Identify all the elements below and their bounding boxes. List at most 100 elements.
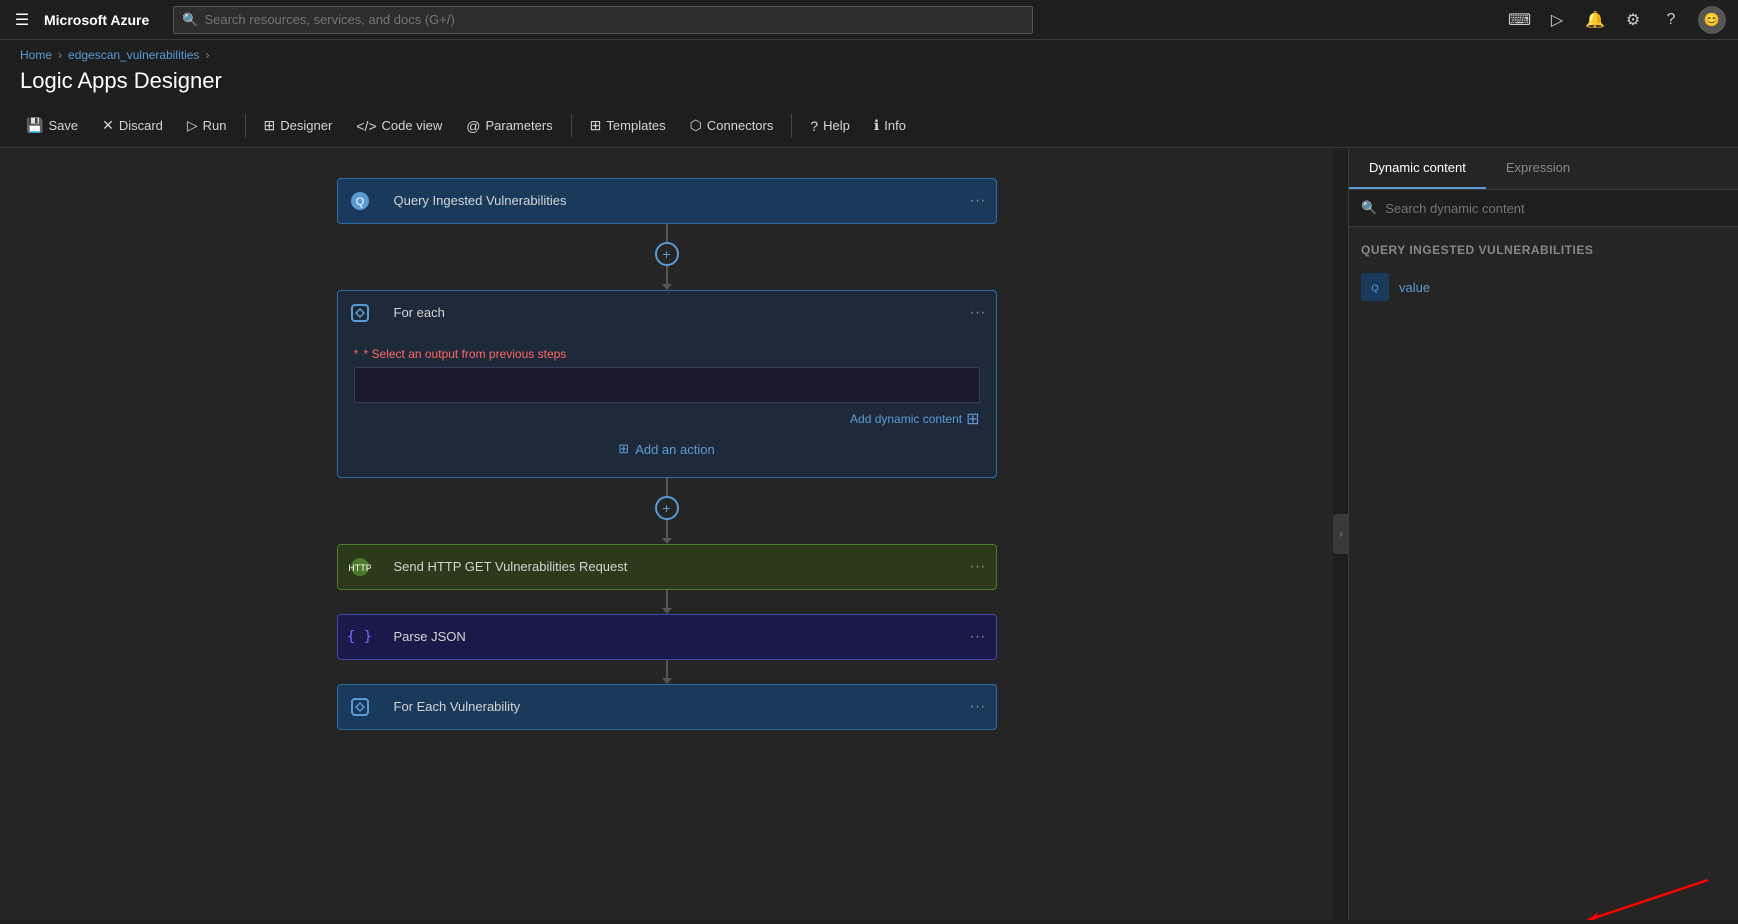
- node-parse-json[interactable]: { } Parse JSON ···: [337, 614, 997, 660]
- foreach-node-menu[interactable]: ···: [960, 291, 996, 335]
- http-node-icon: HTTP: [338, 545, 382, 589]
- save-icon: 💾: [26, 117, 43, 134]
- right-panel: Dynamic content Expression 🔍 Query Inges…: [1348, 148, 1738, 920]
- panel-search-icon: 🔍: [1361, 200, 1377, 216]
- run-button[interactable]: ▷ Run: [177, 111, 237, 140]
- canvas: Q Query Ingested Vulnerabilities ··· + F…: [0, 148, 1333, 920]
- dynamic-content-search-input[interactable]: [1385, 201, 1726, 216]
- code-view-icon: </>: [356, 118, 376, 134]
- page-title: Logic Apps Designer: [0, 64, 1738, 104]
- connector-line-4: [666, 660, 668, 678]
- topbar-icons: ⌨ ▷ 🔔 ⚙ ? 😊: [1508, 6, 1726, 34]
- connector-line-2b: [666, 520, 668, 538]
- add-step-2[interactable]: +: [655, 496, 679, 520]
- foreach-field-label: * * Select an output from previous steps: [354, 347, 980, 361]
- main-content: Q Query Ingested Vulnerabilities ··· + F…: [0, 148, 1738, 920]
- tab-expression[interactable]: Expression: [1486, 148, 1590, 189]
- app-name: Microsoft Azure: [44, 12, 149, 28]
- foreach-node-icon: [338, 291, 382, 335]
- discard-button[interactable]: ✕ Discard: [92, 111, 173, 140]
- toolbar-sep3: [791, 114, 792, 138]
- add-step-1[interactable]: +: [655, 242, 679, 266]
- templates-button[interactable]: ⊞ Templates: [580, 111, 676, 140]
- topbar: ☰ Microsoft Azure 🔍 ⌨ ▷ 🔔 ⚙ ? 😊: [0, 0, 1738, 40]
- parse-node-label: Parse JSON: [382, 615, 960, 659]
- toolbar-sep1: [245, 114, 246, 138]
- tab-dynamic-content[interactable]: Dynamic content: [1349, 148, 1486, 189]
- value-item-label: value: [1399, 280, 1430, 295]
- help-icon: ?: [810, 118, 818, 134]
- connector-line-1: [666, 224, 668, 242]
- node-foreach-expanded: For each ··· * * Select an output from p…: [337, 290, 997, 478]
- query-node-label: Query Ingested Vulnerabilities: [382, 179, 960, 223]
- add-dynamic-content-btn[interactable]: Add dynamic content ⊞: [354, 409, 980, 429]
- parse-node-menu[interactable]: ···: [960, 615, 996, 659]
- info-button[interactable]: ℹ Info: [864, 111, 916, 140]
- collapse-panel-btn[interactable]: ›: [1333, 514, 1349, 554]
- code-view-button[interactable]: </> Code view: [346, 112, 452, 140]
- run-icon: ▷: [187, 117, 198, 134]
- value-item-icon: Q: [1361, 273, 1389, 301]
- breadcrumb: Home › edgescan_vulnerabilities ›: [0, 40, 1738, 64]
- http-node-menu[interactable]: ···: [960, 545, 996, 589]
- foreach-select-output-input[interactable]: [354, 367, 980, 403]
- node-query-ingested[interactable]: Q Query Ingested Vulnerabilities ···: [337, 178, 997, 224]
- connector-4: [662, 660, 672, 684]
- designer-button[interactable]: ⊞ Designer: [254, 111, 343, 140]
- flow-container: Q Query Ingested Vulnerabilities ··· + F…: [337, 178, 997, 730]
- parameters-icon: @: [466, 118, 480, 134]
- global-search[interactable]: 🔍: [173, 6, 1033, 34]
- hamburger-menu[interactable]: ☰: [12, 10, 32, 30]
- connector-2: +: [655, 478, 679, 544]
- connector-line-3: [666, 590, 668, 608]
- http-node-label: Send HTTP GET Vulnerabilities Request: [382, 545, 960, 589]
- search-input[interactable]: [204, 12, 1024, 27]
- foreach2-node-menu[interactable]: ···: [960, 685, 996, 729]
- parse-node-icon: { }: [338, 615, 382, 659]
- panel-item-value[interactable]: Q value: [1349, 265, 1738, 309]
- parameters-button[interactable]: @ Parameters: [456, 112, 562, 140]
- user-avatar[interactable]: 😊: [1698, 6, 1726, 34]
- toolbar: 💾 Save ✕ Discard ▷ Run ⊞ Designer </> Co…: [0, 104, 1738, 148]
- panel-body: Query Ingested Vulnerabilities Q value: [1349, 227, 1738, 920]
- breadcrumb-sep1: ›: [58, 48, 62, 62]
- connectors-icon: ⬡: [690, 117, 702, 134]
- settings-icon[interactable]: ⚙: [1622, 10, 1644, 30]
- save-button[interactable]: 💾 Save: [16, 111, 88, 140]
- cloud-shell-icon[interactable]: ▷: [1546, 10, 1568, 30]
- add-dynamic-icon: ⊞: [966, 409, 979, 429]
- svg-text:Q: Q: [355, 196, 364, 208]
- foreach-body: * * Select an output from previous steps…: [338, 335, 996, 477]
- templates-icon: ⊞: [590, 117, 602, 134]
- panel-search: 🔍: [1349, 190, 1738, 227]
- connector-line-1b: [666, 266, 668, 284]
- help-icon[interactable]: ?: [1660, 11, 1682, 29]
- query-node-menu[interactable]: ···: [960, 179, 996, 223]
- terminal-icon[interactable]: ⌨: [1508, 10, 1530, 30]
- breadcrumb-resource[interactable]: edgescan_vulnerabilities: [68, 48, 199, 62]
- node-foreach-vulnerability[interactable]: For Each Vulnerability ···: [337, 684, 997, 730]
- node-http[interactable]: HTTP Send HTTP GET Vulnerabilities Reque…: [337, 544, 997, 590]
- red-arrow-annotation: [1528, 860, 1728, 920]
- foreach-header: For each ···: [338, 291, 996, 335]
- foreach2-node-icon: [338, 685, 382, 729]
- panel-tabs: Dynamic content Expression: [1349, 148, 1738, 190]
- add-action-icon: ⊞: [618, 441, 629, 457]
- help-button[interactable]: ? Help: [800, 112, 860, 140]
- required-star: *: [354, 347, 359, 361]
- svg-text:HTTP: HTTP: [349, 563, 371, 573]
- breadcrumb-home[interactable]: Home: [20, 48, 52, 62]
- toolbar-sep2: [571, 114, 572, 138]
- connector-3: [662, 590, 672, 614]
- svg-text:Q: Q: [1371, 283, 1378, 293]
- notifications-icon[interactable]: 🔔: [1584, 10, 1606, 30]
- foreach-node-label: For each: [382, 291, 960, 335]
- info-icon: ℹ: [874, 117, 879, 134]
- discard-icon: ✕: [102, 117, 114, 134]
- add-action-btn[interactable]: ⊞ Add an action: [354, 429, 980, 461]
- connectors-button[interactable]: ⬡ Connectors: [680, 111, 784, 140]
- connector-1: +: [655, 224, 679, 290]
- designer-icon: ⊞: [264, 117, 276, 134]
- connector-line-2: [666, 478, 668, 496]
- panel-section-title: Query Ingested Vulnerabilities: [1349, 239, 1738, 265]
